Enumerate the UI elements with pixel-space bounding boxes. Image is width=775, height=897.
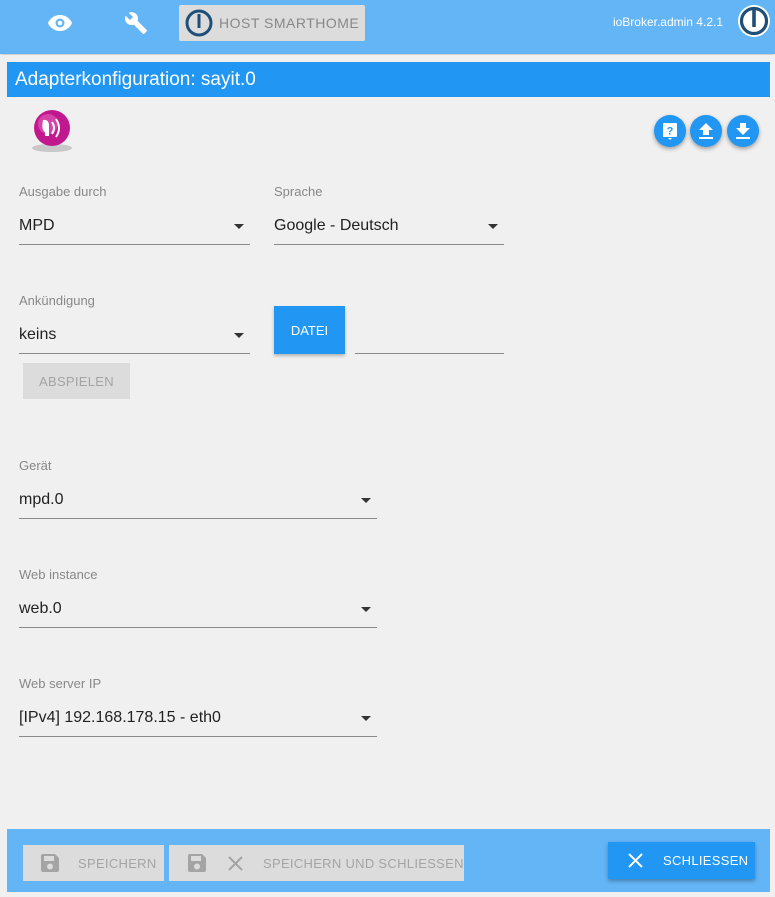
language-value: Google - Deutsch [274,217,399,234]
help-icon: ? [663,123,677,140]
close-icon [628,853,643,868]
file-button[interactable]: DATEI [274,306,345,354]
svg-text:?: ? [667,126,674,138]
top-bar: HOST SMARTHOME ioBroker.admin 4.2.1 [0,0,775,54]
announce-value: keins [19,326,57,343]
host-label: HOST SMARTHOME [219,15,360,31]
config-panel: Adapterkonfiguration: sayit.0 ? Ausgabe … [0,55,775,897]
save-icon [41,854,59,872]
language-select[interactable]: Google - Deutsch [274,209,504,245]
chevron-down-icon [234,224,244,229]
play-button[interactable]: ABSPIELEN [23,363,130,399]
web-server-ip-value: [IPv4] 192.168.178.15 - eth0 [19,709,221,726]
chevron-down-icon [234,333,244,338]
device-select[interactable]: mpd.0 [19,483,377,519]
output-value: MPD [19,217,55,234]
announce-label: Ankündigung [19,293,95,308]
save-and-close-button[interactable]: SPEICHERN UND SCHLIESSEN [169,845,464,881]
chevron-down-icon [361,498,371,503]
web-server-ip-label: Web server IP [19,676,102,691]
web-instance-value: web.0 [19,600,62,617]
chevron-down-icon [488,224,498,229]
close-button[interactable]: SCHLIESSEN [608,842,755,879]
download-icon [736,123,750,139]
announce-select[interactable]: keins [19,318,250,354]
device-label: Gerät [19,458,52,473]
save-label: SPEICHERN [78,855,157,871]
upload-button[interactable] [690,115,722,147]
sayit-adapter-logo [32,110,72,152]
help-button[interactable]: ? [654,115,686,147]
page-title: Adapterkonfiguration: sayit.0 [15,69,256,90]
wrench-icon[interactable] [121,10,151,36]
host-selector-button[interactable]: HOST SMARTHOME [179,5,365,41]
eye-icon[interactable] [45,10,75,36]
save-icon [188,854,206,872]
download-button[interactable] [727,115,759,147]
iobroker-logo-icon[interactable] [737,4,771,38]
bottom-bar: SPEICHERN SPEICHERN UND SCHLIESSEN SCHLI… [7,829,770,892]
web-instance-label: Web instance [19,567,98,582]
file-name-field[interactable] [355,353,504,354]
save-button[interactable]: SPEICHERN [23,845,164,881]
language-label: Sprache [274,184,323,199]
iobroker-logo-icon [185,9,213,37]
chevron-down-icon [361,607,371,612]
version-label: ioBroker.admin 4.2.1 [612,15,723,29]
web-instance-select[interactable]: web.0 [19,592,377,628]
title-bar: Adapterkonfiguration: sayit.0 [7,62,770,97]
output-select[interactable]: MPD [19,209,250,245]
save-and-close-label: SPEICHERN UND SCHLIESSEN [263,855,464,871]
web-server-ip-select[interactable]: [IPv4] 192.168.178.15 - eth0 [19,701,377,737]
upload-icon [699,123,713,139]
output-label: Ausgabe durch [19,184,107,199]
device-value: mpd.0 [19,491,64,508]
close-icon [228,855,243,871]
close-label: SCHLIESSEN [663,853,749,868]
chevron-down-icon [361,716,371,721]
